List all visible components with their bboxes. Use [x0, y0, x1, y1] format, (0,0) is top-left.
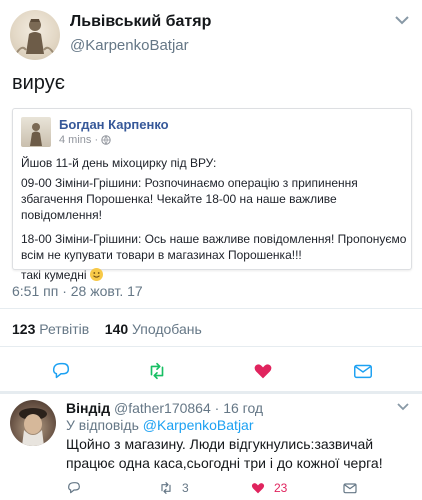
retweets-stat[interactable]: 123 Ретвітів — [12, 321, 89, 337]
reply-text: Щойно з магазину. Люди відгукнулись:зазв… — [66, 436, 383, 471]
smiley-icon — [89, 268, 103, 281]
retweets-label: Ретвітів — [39, 321, 90, 337]
reply-retweet-button[interactable]: 3 — [158, 478, 189, 498]
author-name[interactable]: Львівський батяр — [70, 13, 211, 31]
tweet-timestamp[interactable]: 6:51 пп · 28 жовт. 17 — [12, 283, 143, 299]
divider — [0, 346, 422, 347]
divider — [0, 308, 422, 309]
tweet-stats: 123 Ретвітів 140 Уподобань — [12, 321, 202, 337]
embed-body: Йшов 11-й день міхоцирку під ВРУ: 09-00 … — [21, 155, 407, 291]
reply-like-button[interactable]: 23 — [250, 478, 287, 498]
embed-para3-text: такі кумедні — [21, 268, 87, 282]
in-reply-to: У відповідь @KarpenkoBatjar — [66, 417, 254, 433]
embed-para2: 18-00 Зіміни-Грішини: Ось наше важливе п… — [21, 232, 407, 262]
tweet-header: Львівський батяр @KarpenkoBatjar — [10, 8, 412, 60]
in-reply-prefix: У відповідь — [66, 417, 139, 433]
reply-meta: Віндід @father170864 · 16 год — [66, 400, 263, 416]
mail-icon — [343, 483, 357, 494]
heart-icon[interactable] — [252, 360, 274, 382]
embed-para1: 09-00 Зіміни-Грішини: Розпочинаємо опера… — [21, 176, 358, 222]
chevron-down-icon[interactable] — [396, 402, 410, 412]
reply-retweet-count: 3 — [182, 481, 189, 495]
reply-like-count: 23 — [274, 481, 288, 495]
reply-author-handle[interactable]: @father170864 — [114, 400, 211, 416]
likes-stat[interactable]: 140 Уподобань — [105, 321, 202, 337]
mail-icon[interactable] — [352, 360, 374, 382]
embed-author-avatar — [21, 117, 51, 147]
tweet-text: вирує — [12, 72, 65, 94]
retweet-icon[interactable] — [146, 360, 168, 382]
reply-author-avatar[interactable] — [10, 400, 56, 446]
reply-icon[interactable] — [50, 360, 72, 382]
likes-count: 140 — [104, 321, 129, 337]
globe-icon — [101, 135, 111, 145]
reply-reply-button[interactable] — [66, 478, 82, 498]
retweet-icon — [161, 482, 171, 494]
reply-icon — [68, 482, 80, 494]
embed-author-name: Богдан Карпенко — [59, 117, 169, 132]
tweet-actions — [0, 356, 422, 386]
chevron-down-icon[interactable] — [394, 14, 410, 26]
reply-tweet[interactable]: Віндід @father170864 · 16 год У відповід… — [0, 394, 422, 500]
reply-time[interactable]: · 16 год — [215, 400, 263, 416]
embedded-post-image[interactable]: Богдан Карпенко 4 mins · Йшов 11-й день … — [12, 108, 412, 282]
reply-mail-button[interactable] — [342, 478, 358, 498]
in-reply-handle[interactable]: @KarpenkoBatjar — [143, 417, 254, 433]
heart-icon — [251, 483, 265, 494]
author-avatar[interactable] — [10, 10, 60, 60]
embed-time-text: 4 mins · — [59, 134, 99, 146]
embed-para3: такі кумедні — [21, 267, 407, 283]
reply-actions: 3 23 — [66, 478, 411, 498]
reply-author-name[interactable]: Віндід — [66, 400, 110, 416]
author-handle[interactable]: @KarpenkoBatjar — [70, 37, 189, 54]
likes-label: Уподобань — [132, 321, 202, 337]
embed-time: 4 mins · — [59, 134, 111, 146]
retweets-count: 123 — [12, 321, 36, 337]
embed-line1: Йшов 11-й день міхоцирку під ВРУ: — [21, 156, 217, 170]
